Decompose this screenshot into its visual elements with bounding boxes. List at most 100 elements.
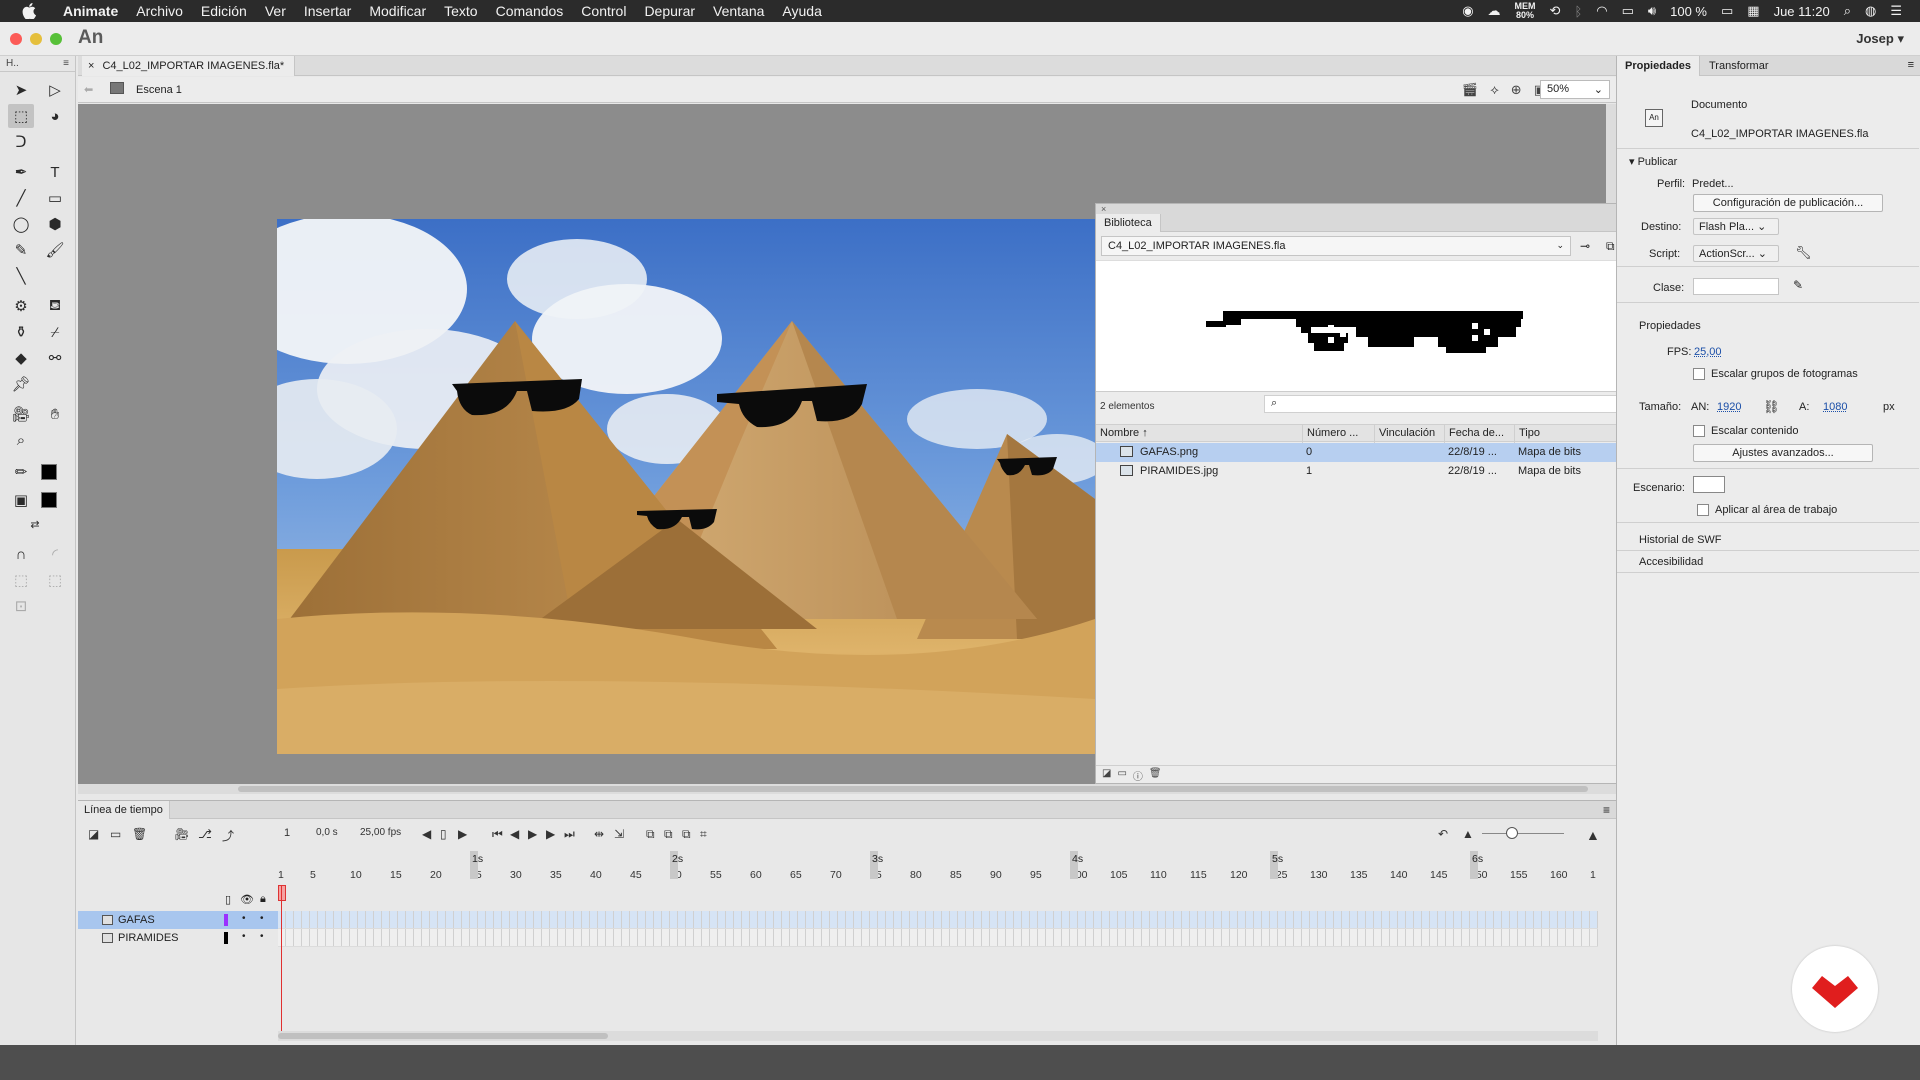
zoom-out-icon[interactable]: ▲ [1462, 827, 1474, 841]
stage-horizontal-scrollbar[interactable] [78, 784, 1606, 794]
polystar-tool-icon[interactable]: ⬢ [42, 212, 68, 236]
timeline-scrollbar[interactable] [278, 1031, 1598, 1041]
new-library-panel-icon[interactable]: ⧉ [1606, 239, 1615, 254]
menu-ver[interactable]: Ver [256, 3, 295, 19]
advanced-settings-button[interactable]: Ajustes avanzados... [1693, 444, 1873, 462]
menu-insertar[interactable]: Insertar [295, 3, 360, 19]
text-tool-icon[interactable]: T [42, 160, 68, 184]
volume-icon[interactable]: 🔊︎ [1648, 3, 1656, 19]
pin-tool-icon[interactable]: 📌︎ [8, 372, 34, 396]
apple-icon[interactable] [18, 0, 40, 22]
scale-icon[interactable]: ⬚ [8, 568, 34, 592]
free-transform-tool-icon[interactable]: ⬚ [8, 104, 34, 128]
wrench-icon[interactable]: 🔧︎ [1795, 245, 1812, 261]
pencil-icon[interactable]: ✎ [1793, 278, 1803, 292]
menu-comandos[interactable]: Comandos [487, 3, 573, 19]
swf-history-section[interactable]: Historial de SWF [1639, 534, 1722, 546]
frame-rate[interactable]: 25,00 fps [360, 827, 401, 838]
scrollbar-thumb[interactable] [278, 1033, 608, 1039]
battery-icon[interactable]: ▭ [1721, 3, 1733, 19]
layer-color-swatch[interactable] [224, 932, 228, 944]
tab-transformar[interactable]: Transformar [1701, 56, 1777, 76]
document-tab[interactable]: × C4_L02_IMPORTAR IMAGENES.fla* [82, 56, 296, 76]
pencil-tool-icon[interactable]: ✎ [8, 238, 34, 262]
col-numero[interactable]: Número ... [1302, 425, 1374, 443]
width-value[interactable]: 1920 [1717, 401, 1741, 413]
target-select[interactable]: Flash Pla... ⌄ [1693, 218, 1779, 235]
timeline-zoom-slider[interactable] [1482, 833, 1564, 834]
frames-piramides[interactable] [278, 929, 1598, 947]
eye-icon[interactable]: 👁︎ [240, 893, 254, 906]
col-fecha[interactable]: Fecha de... [1444, 425, 1514, 443]
onion-outline-icon[interactable]: ⧉ [664, 827, 673, 842]
pin-library-icon[interactable]: ⊸ [1580, 239, 1590, 253]
new-folder-icon[interactable]: ▭ [110, 827, 121, 841]
subselection-tool-icon[interactable]: ▷ [42, 78, 68, 102]
accessibility-section[interactable]: Accesibilidad [1639, 556, 1703, 568]
lock-icon[interactable]: 🔒︎ [260, 893, 266, 906]
new-folder-icon[interactable]: ▭ [1117, 768, 1126, 781]
edit-scene-icon[interactable]: 🎬︎ [1462, 82, 1479, 98]
lock-dot-icon[interactable]: • [260, 931, 264, 942]
current-frame[interactable]: 1 [284, 827, 290, 839]
rectangle-tool-icon[interactable]: ▭ [42, 186, 68, 210]
window-close-button[interactable] [10, 33, 22, 45]
pen-tool-icon[interactable]: ✒ [8, 160, 34, 184]
window-minimize-button[interactable] [30, 33, 42, 45]
keyframe-icon[interactable]: ▯ [440, 827, 447, 841]
zoom-tool-icon[interactable]: ⌕ [8, 428, 34, 452]
timeline-ruler[interactable]: 1510152025303540455055606570758085909510… [278, 851, 1598, 889]
stage-color-swatch[interactable] [1693, 476, 1725, 493]
spotlight-icon[interactable]: ⌕ [1844, 3, 1851, 19]
camera-tool-icon[interactable]: 🎥︎ [8, 402, 34, 426]
delete-layer-icon[interactable]: 🗑︎ [132, 827, 147, 841]
library-row-gafas[interactable]: GAFAS.png 0 22/8/19 ... Mapa de bits [1096, 443, 1632, 462]
pyramids-bitmap[interactable] [277, 219, 1095, 754]
tab-propiedades[interactable]: Propiedades [1617, 56, 1701, 76]
zoom-in-icon[interactable]: ▲ [1586, 827, 1600, 843]
menu-control[interactable]: Control [572, 3, 635, 19]
bluetooth-icon[interactable]: ᛒ [1574, 4, 1582, 19]
notification-center-icon[interactable]: ☰ [1890, 3, 1902, 19]
show-outline-icon[interactable]: ▯ [225, 893, 231, 906]
memory-indicator[interactable]: MEM 80% [1515, 2, 1536, 20]
snap-to-objects-icon[interactable]: ∩ [8, 542, 34, 566]
stage-canvas[interactable] [277, 219, 1095, 754]
library-file-select[interactable]: C4_L02_IMPORTAR IMAGENES.fla ⌄ [1101, 236, 1571, 256]
menu-app[interactable]: Animate [54, 3, 127, 19]
step-back-icon[interactable]: ◀ [510, 827, 519, 841]
playhead[interactable] [281, 885, 282, 1033]
width-tool-icon[interactable]: ⚯ [42, 346, 68, 370]
undo-icon[interactable]: ↶ [1438, 827, 1448, 841]
panel-menu-icon[interactable]: ≡ [1603, 803, 1610, 817]
new-symbol-icon[interactable]: ◪ [1102, 768, 1111, 781]
timeline-zoom-handle[interactable] [1506, 827, 1518, 839]
menu-archivo[interactable]: Archivo [127, 3, 192, 19]
prev-keyframe-icon[interactable]: ◀ [422, 827, 431, 841]
calendar-icon[interactable]: ▦ [1747, 3, 1759, 19]
visibility-dot-icon[interactable]: • [242, 931, 246, 942]
link-dimensions-icon[interactable]: ⛓︎ [1763, 399, 1780, 415]
menu-depurar[interactable]: Depurar [635, 3, 704, 19]
play-icon[interactable]: ▶ [528, 827, 537, 841]
trash-icon[interactable]: 🗑︎ [1149, 768, 1162, 781]
fill-color-swatch[interactable] [41, 492, 57, 508]
next-keyframe-icon[interactable]: ▶ [458, 827, 467, 841]
step-forward-icon[interactable]: ▶ [546, 827, 555, 841]
layer-parenting-icon[interactable]: ⎇ [198, 827, 212, 841]
layer-row-gafas[interactable]: GAFAS • • [78, 911, 278, 929]
back-arrow-icon[interactable]: ⬅ [84, 83, 93, 96]
frames-gafas[interactable] [278, 911, 1598, 929]
time-machine-icon[interactable]: ⟲ [1550, 3, 1561, 19]
smooth-icon[interactable]: ◜ [42, 542, 68, 566]
publish-section-toggle[interactable]: ▾ Publicar [1629, 155, 1677, 168]
visibility-dot-icon[interactable]: • [242, 913, 246, 924]
properties-icon[interactable]: ⓘ [1133, 768, 1143, 783]
panel-menu-icon[interactable]: ≡ [63, 58, 69, 69]
cloud-icon[interactable]: ☁ [1488, 3, 1501, 19]
menu-ayuda[interactable]: Ayuda [773, 3, 830, 19]
swap-colors-icon[interactable]: ⇄ [22, 512, 48, 536]
menu-texto[interactable]: Texto [435, 3, 486, 19]
center-frame-icon[interactable]: ⇲ [614, 827, 624, 841]
close-icon[interactable]: × [88, 60, 94, 72]
